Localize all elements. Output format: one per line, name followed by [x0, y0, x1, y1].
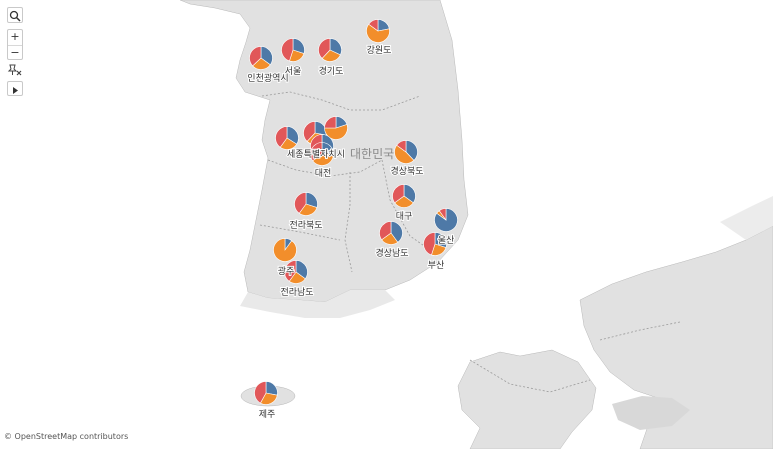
region-label: 서울 [285, 66, 302, 77]
pie-marker[interactable] [392, 184, 416, 208]
pie-marker[interactable] [249, 46, 273, 70]
region-label: 제주 [259, 409, 276, 420]
region-label: 울산 [438, 235, 455, 246]
region-label: 세종특별자치시 [287, 148, 345, 160]
pin-clear-icon [7, 64, 22, 76]
map-attribution: © OpenStreetMap contributors [4, 432, 129, 441]
zoom-controls: + − [7, 29, 23, 60]
pin-clear-button[interactable] [7, 62, 23, 76]
region-label: 전라남도 [280, 287, 313, 298]
region-label: 대전 [315, 168, 332, 179]
region-label: 강원도 [367, 45, 392, 56]
pie-marker[interactable] [394, 140, 418, 164]
pie-marker[interactable] [254, 381, 278, 405]
zoom-out-button[interactable]: − [8, 46, 22, 61]
region-label: 부산 [428, 260, 445, 271]
region-label: 경기도 [319, 65, 344, 77]
pie-marker[interactable] [434, 208, 458, 232]
region-label: 대구 [396, 211, 413, 222]
country-label: 대한민국 [350, 147, 394, 161]
pie-slice[interactable] [273, 238, 297, 262]
pie-marker[interactable] [281, 38, 305, 62]
pie-marker[interactable] [294, 192, 318, 216]
region-label: 전라북도 [289, 220, 322, 231]
map-canvas[interactable]: 대한민국 인천광역시서울 경기도 강원도세종특별자치시대전 경상북도대구전라북도울산경… [0, 0, 773, 449]
pie-marker[interactable] [318, 38, 342, 62]
pie-marker[interactable] [275, 126, 299, 150]
map-search-button[interactable] [7, 7, 23, 23]
pie-marker[interactable] [366, 19, 390, 43]
region-label: 광주 [278, 265, 295, 277]
magnifier-icon [9, 10, 21, 22]
pie-marker[interactable] [273, 238, 297, 262]
region-label: 경상북도 [390, 165, 423, 177]
play-icon [13, 87, 18, 94]
region-label: 인천광역시 [247, 72, 288, 84]
region-label: 경상남도 [375, 247, 408, 259]
toolbar-expand-button[interactable] [7, 81, 23, 96]
pie-marker[interactable] [379, 221, 403, 245]
zoom-in-button[interactable]: + [8, 30, 22, 46]
